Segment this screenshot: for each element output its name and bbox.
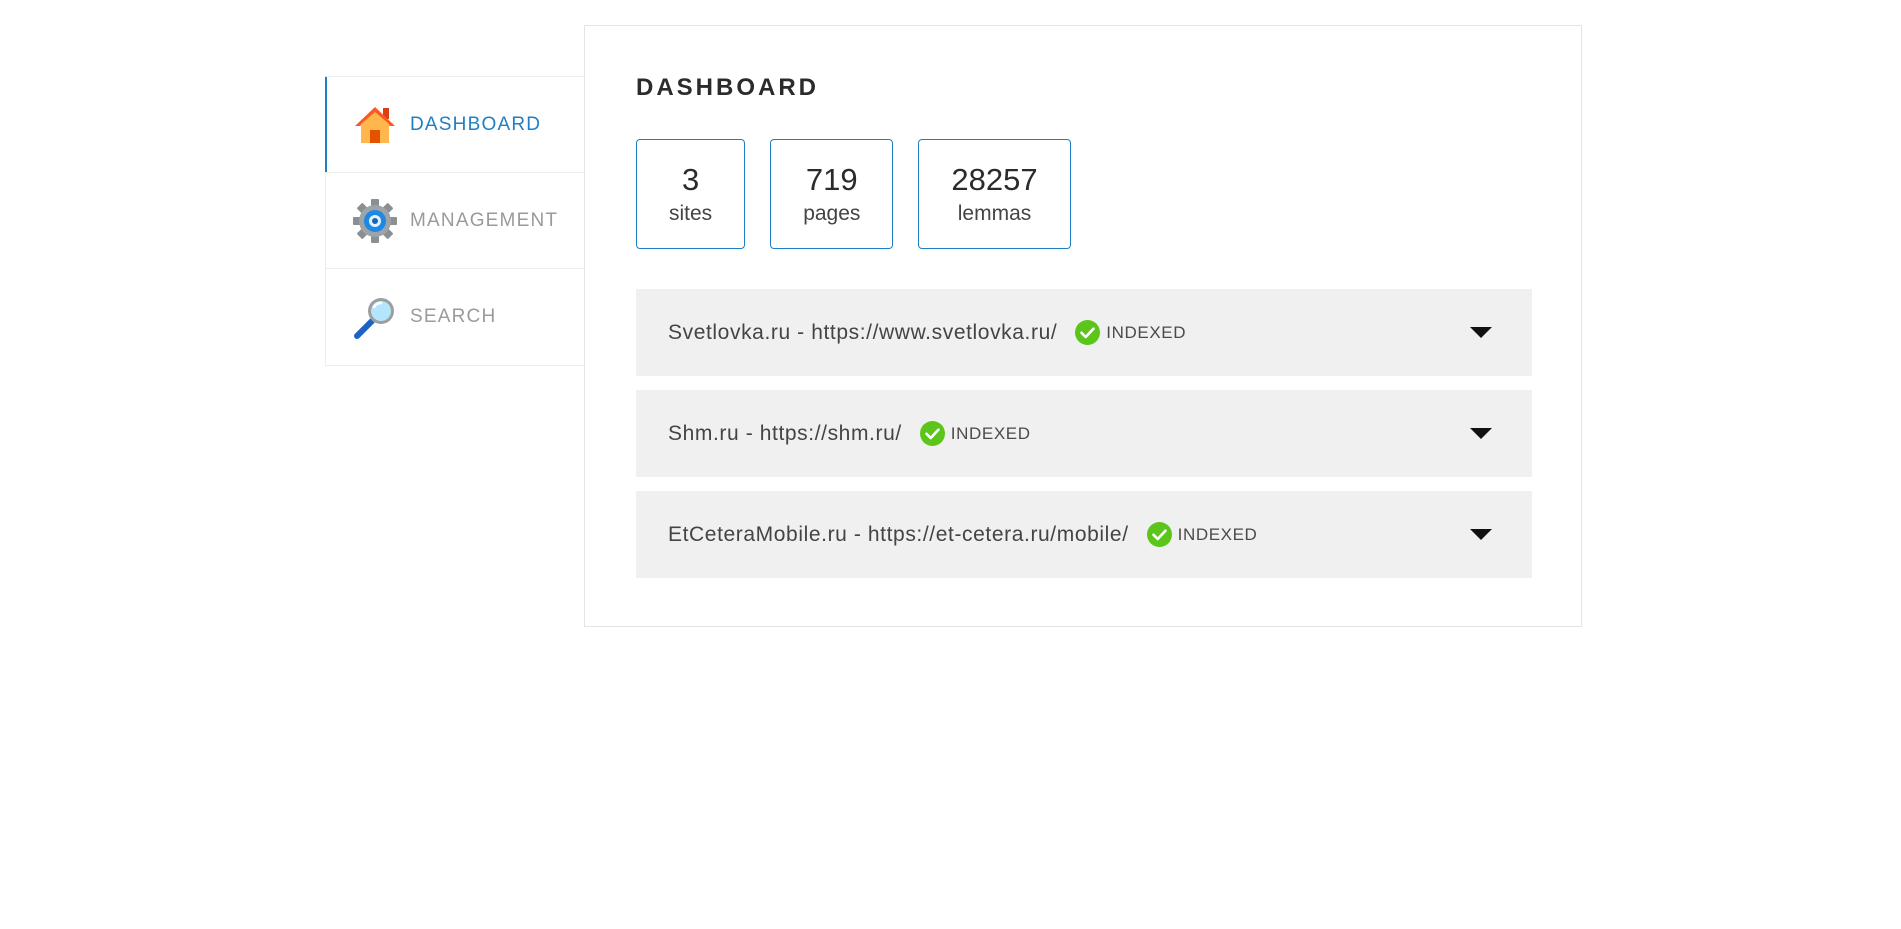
stat-card-sites: 3 sites xyxy=(636,139,746,249)
status-badge: INDEXED xyxy=(1075,320,1186,345)
sidebar-item-dashboard[interactable]: DASHBOARD xyxy=(325,77,584,173)
sidebar-item-search[interactable]: SEARCH xyxy=(326,269,584,365)
stat-card-lemmas: 28257 lemmas xyxy=(918,139,1071,249)
sidebar-item-label: MANAGEMENT xyxy=(410,209,559,231)
sidebar-item-management[interactable]: MANAGEMENT xyxy=(326,173,584,269)
stat-label: sites xyxy=(669,201,713,225)
stat-label: pages xyxy=(803,201,861,225)
page-title: DASHBOARD xyxy=(636,74,819,101)
check-circle-icon xyxy=(1075,320,1101,345)
status-text: INDEXED xyxy=(1177,524,1258,544)
home-icon xyxy=(352,102,398,148)
site-row[interactable]: Svetlovka.ru - https://www.svetlovka.ru/… xyxy=(636,289,1532,376)
site-list: Svetlovka.ru - https://www.svetlovka.ru/… xyxy=(636,289,1532,592)
sidebar-item-label: DASHBOARD xyxy=(410,113,542,135)
chevron-down-icon[interactable] xyxy=(1470,528,1492,541)
magnifier-icon xyxy=(352,294,398,340)
sidebar: DASHBOARD MANAGEMENT SEARCH xyxy=(325,76,584,366)
site-title: Svetlovka.ru - https://www.svetlovka.ru/ xyxy=(668,320,1058,344)
status-badge: INDEXED xyxy=(1146,522,1258,547)
site-row[interactable]: Shm.ru - https://shm.ru/ INDEXED xyxy=(636,390,1532,477)
stats-row: 3 sites 719 pages 28257 lemmas xyxy=(636,139,1071,249)
sidebar-item-label: SEARCH xyxy=(410,306,497,327)
status-text: INDEXED xyxy=(950,423,1031,443)
chevron-down-icon[interactable] xyxy=(1470,326,1492,339)
status-text: INDEXED xyxy=(1106,322,1187,342)
stat-value: 719 xyxy=(805,162,858,198)
site-title: EtCeteraMobile.ru - https://et-cetera.ru… xyxy=(668,522,1129,546)
stat-value: 3 xyxy=(681,162,700,198)
status-badge: INDEXED xyxy=(919,421,1031,446)
site-row[interactable]: EtCeteraMobile.ru - https://et-cetera.ru… xyxy=(636,491,1532,578)
chevron-down-icon[interactable] xyxy=(1470,427,1492,440)
stat-card-pages: 719 pages xyxy=(770,139,894,249)
dashboard-panel: DASHBOARD 3 sites 719 pages 28257 lemmas… xyxy=(584,25,1582,627)
gear-icon xyxy=(352,198,398,244)
stat-value: 28257 xyxy=(951,162,1038,198)
site-title: Shm.ru - https://shm.ru/ xyxy=(668,421,902,445)
check-circle-icon xyxy=(1146,522,1172,547)
check-circle-icon xyxy=(919,421,945,446)
stat-label: lemmas xyxy=(957,201,1032,225)
